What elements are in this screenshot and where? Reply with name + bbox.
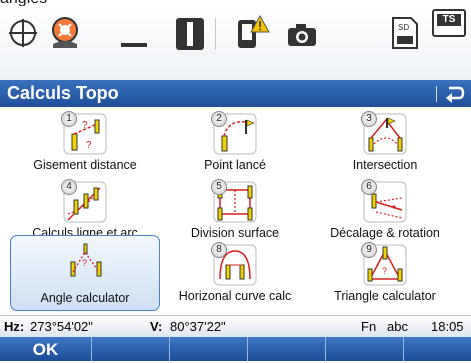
svg-text:?: ? [382,266,387,276]
app-label: Triangle calculator [334,289,436,303]
fn-label: Fn [361,319,377,334]
softkey-4[interactable] [248,337,326,361]
app-label: Intersection [352,158,418,172]
title-separator [436,86,437,102]
app-point-lance[interactable]: 2 Point lancé [160,110,310,176]
clock-time: 18:05 [431,319,464,334]
app-gisement-distance[interactable]: ? ? 1 Gisement distance [10,110,160,176]
app-angle-calculator[interactable]: ? Angle calculator [10,235,160,311]
app-label: Point lancé [204,158,266,172]
app-number-badge: 9 [361,242,377,258]
v-label: V: [150,319,163,334]
softkey-3[interactable] [170,337,248,361]
app-label: Horizonal curve calc [178,289,292,303]
instrument-icon[interactable] [176,18,204,50]
status-toolbar: SD TS [0,6,471,80]
svg-text:?: ? [82,120,88,131]
app-grid: ? ? 1 Gisement distance 2 Point lancé 3 … [0,107,471,313]
svg-text:SD: SD [398,23,409,32]
ok-button[interactable]: OK [0,337,92,361]
app-number-badge: 5 [211,179,227,195]
ts-battery-icon[interactable]: TS [432,9,466,37]
softkey-5[interactable] [326,337,404,361]
app-decalage-rotation[interactable]: 6 Décalage & rotation [310,178,460,244]
app-number-badge: 8 [211,242,227,258]
app-label: Angle calculator [40,291,130,305]
app-title-bar: Calculs Topo [0,80,471,107]
measurement-bar: Hz: 273°54'02" V: 80°37'22" Fn abc 18:05 [0,315,471,337]
app-triangle-calculator[interactable]: ? 9 Triangle calculator [310,241,460,307]
toolbar-separator [215,18,216,50]
app-division-surface[interactable]: 5 Division surface [160,178,310,244]
app-number-badge: 6 [361,179,377,195]
back-icon[interactable] [444,83,466,103]
warning-device-icon[interactable] [236,14,270,50]
softkey-2[interactable] [92,337,170,361]
sd-card-icon[interactable]: SD [391,16,419,50]
svg-text:?: ? [86,140,92,151]
app-number-badge: 3 [361,111,377,127]
app-intersection[interactable]: 3 Intersection [310,110,460,176]
app-label: Décalage & rotation [330,226,440,240]
hz-value: 273°54'02" [30,319,93,334]
app-number-badge: 4 [61,179,77,195]
camera-icon[interactable] [287,23,317,47]
softkey-bar: OK [0,337,471,361]
input-mode: abc [387,319,408,334]
satellite-icon[interactable] [49,16,83,50]
hz-label: Hz: [4,319,25,334]
app-number-badge: 1 [61,111,77,127]
app-label: Gisement distance [33,158,137,172]
ts-label: TS [437,14,461,26]
svg-text:?: ? [82,258,87,268]
app-horizonal-curve-calc[interactable]: 8 Horizonal curve calc [160,241,310,307]
v-value: 80°37'22" [170,319,226,334]
app-number-badge: 2 [211,111,227,127]
angle-calculator-icon: ? [70,243,102,277]
page-title: Calculs Topo [7,83,119,103]
target-icon[interactable] [8,18,38,48]
softkey-6[interactable] [404,337,471,361]
app-label: Division surface [190,226,280,240]
minimize-bar-icon[interactable] [121,43,147,47]
